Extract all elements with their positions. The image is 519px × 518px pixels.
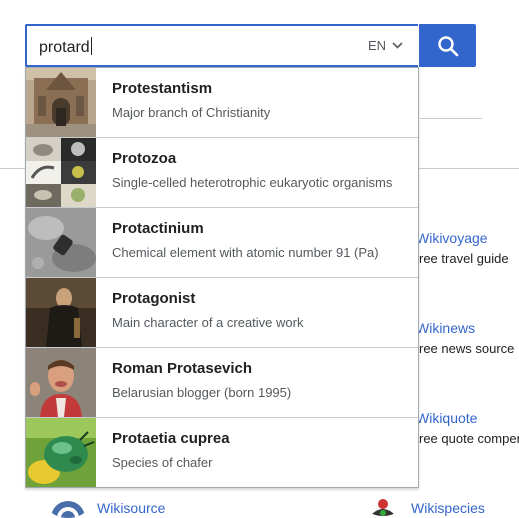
suggestion-description: Species of chafer xyxy=(112,455,213,470)
wikisource-icon xyxy=(51,501,85,518)
text-caret xyxy=(90,37,92,55)
suggestion-item[interactable]: Protaetia cuprea Species of chafer xyxy=(26,418,418,488)
suggestion-description: Main character of a creative work xyxy=(112,315,304,330)
suggestion-item[interactable]: Protactinium Chemical element with atomi… xyxy=(26,208,418,278)
painting-thumbnail xyxy=(26,278,96,347)
suggestion-title: Protactinium xyxy=(112,220,204,237)
suggestion-description: Single-celled heterotrophic eukaryotic o… xyxy=(112,175,393,190)
wikiquote-desc: ree quote compen xyxy=(419,431,519,446)
search-query: protard xyxy=(39,37,92,56)
chevron-down-icon xyxy=(392,42,403,49)
micrograph-thumbnail xyxy=(26,208,96,277)
suggestion-item[interactable]: Protozoa Single-celled heterotrophic euk… xyxy=(26,138,418,208)
suggestion-title: Protozoa xyxy=(112,150,177,167)
language-selector[interactable]: EN xyxy=(368,38,403,53)
suggestion-description: Major branch of Christianity xyxy=(112,105,271,120)
wikisource-link[interactable]: Wikisource xyxy=(97,500,165,516)
wikivoyage-desc: ree travel guide xyxy=(419,251,509,266)
search-button[interactable] xyxy=(419,24,476,67)
wikispecies-link[interactable]: Wikispecies xyxy=(411,500,485,516)
church-facade-thumbnail xyxy=(26,68,96,137)
suggestion-item[interactable]: Roman Protasevich Belarusian blogger (bo… xyxy=(26,348,418,418)
suggestion-description: Chemical element with atomic number 91 (… xyxy=(112,245,379,260)
search-suggestions: Protestantism Major branch of Christiani… xyxy=(25,67,419,488)
green-beetle-thumbnail xyxy=(26,418,96,487)
language-code: EN xyxy=(368,38,387,53)
suggestion-title: Roman Protasevich xyxy=(112,360,253,377)
suggestion-title: Protagonist xyxy=(112,290,196,307)
wikinews-desc: ree news source xyxy=(419,341,515,356)
search-form: protard EN xyxy=(25,24,476,67)
search-icon xyxy=(437,35,458,56)
wikinews-link[interactable]: Wikinews xyxy=(416,320,475,336)
search-underline xyxy=(420,118,482,119)
suggestion-item[interactable]: Protagonist Main character of a creative… xyxy=(26,278,418,348)
microorganisms-thumbnail xyxy=(26,138,96,207)
suggestion-item[interactable]: Protestantism Major branch of Christiani… xyxy=(26,68,418,138)
suggestion-description: Belarusian blogger (born 1995) xyxy=(112,385,292,400)
search-input[interactable]: protard EN xyxy=(25,24,418,67)
suggestion-title: Protaetia cuprea xyxy=(112,430,230,447)
wikispecies-icon xyxy=(370,499,396,516)
wikivoyage-link[interactable]: Wikivoyage xyxy=(416,230,488,246)
wikiquote-link[interactable]: Wikiquote xyxy=(416,410,477,426)
portrait-thumbnail xyxy=(26,348,96,417)
suggestion-title: Protestantism xyxy=(112,80,213,97)
